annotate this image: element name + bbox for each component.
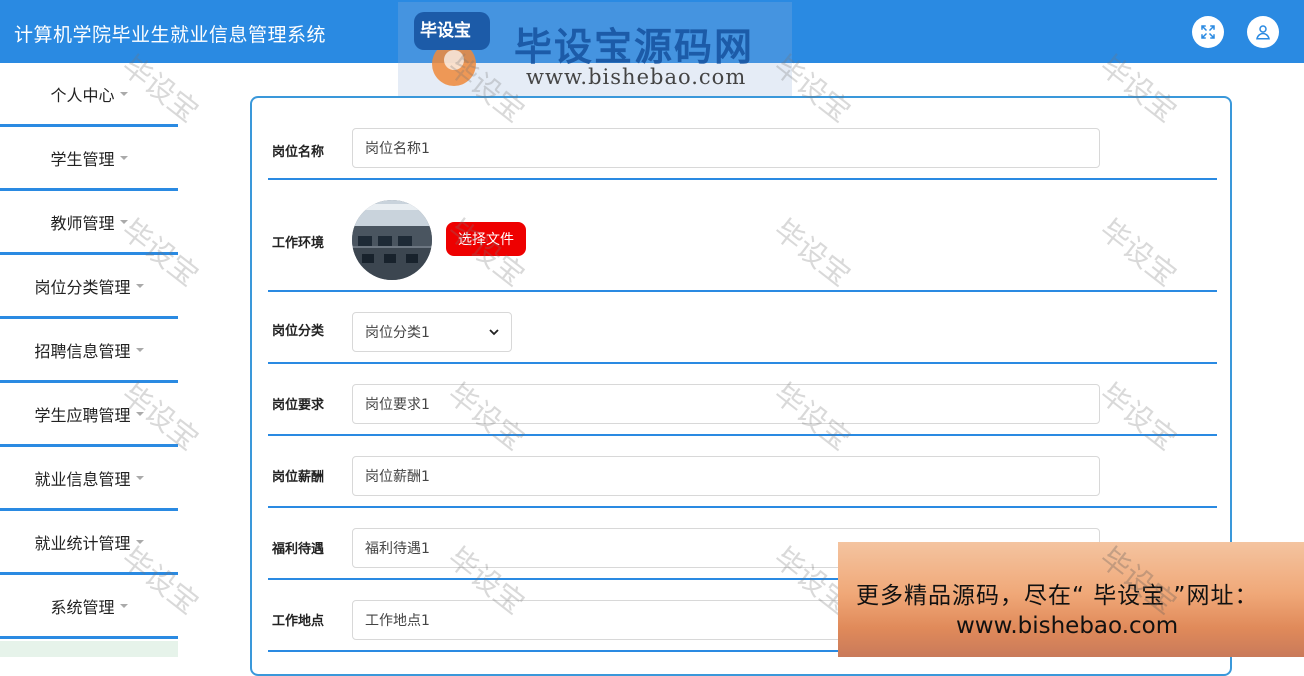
sidebar-item-label: 岗位分类管理	[34, 277, 131, 297]
job-name-label: 岗位名称	[272, 145, 325, 160]
form-row-salary: 岗位薪酬	[268, 436, 1217, 508]
app-title: 计算机学院毕业生就业信息管理系统	[14, 24, 327, 46]
form-row-category: 岗位分类 岗位分类1	[268, 292, 1217, 364]
environment-label: 工作环境	[272, 236, 325, 251]
promo-url: www.bishebao.com	[956, 613, 1179, 639]
sidebar-item-label: 个人中心	[50, 85, 115, 105]
job-name-input[interactable]	[352, 128, 1100, 168]
requirement-label: 岗位要求	[272, 398, 325, 413]
logo-name: 毕设宝源码网	[514, 25, 755, 69]
salary-input[interactable]	[352, 456, 1100, 496]
sidebar-item-teachers[interactable]: 教师管理	[0, 191, 178, 255]
promo-banner[interactable]: 更多精品源码，尽在“ 毕设宝 ”网址： www.bishebao.com	[838, 542, 1304, 657]
caret-down-icon	[135, 347, 144, 352]
requirement-input[interactable]	[352, 384, 1100, 424]
chevron-down-icon	[489, 328, 499, 335]
form-row-requirement: 岗位要求	[268, 364, 1217, 436]
choose-file-button[interactable]: 选择文件	[446, 222, 526, 256]
sidebar-item-label: 学生管理	[50, 149, 115, 169]
sidebar: 个人中心 学生管理 教师管理 岗位分类管理 招聘信息管理 学生应聘管理 就业信息…	[0, 63, 180, 657]
caret-down-icon	[119, 155, 128, 160]
sidebar-item-label: 就业信息管理	[34, 469, 131, 489]
sidebar-item-students[interactable]: 学生管理	[0, 127, 178, 191]
expand-icon	[1201, 25, 1215, 39]
category-label: 岗位分类	[272, 324, 325, 339]
salary-label: 岗位薪酬	[272, 470, 325, 485]
sidebar-item-label: 招聘信息管理	[34, 341, 131, 361]
sidebar-item-applications[interactable]: 学生应聘管理	[0, 383, 178, 447]
logo-badge-text: 毕设宝	[420, 21, 471, 41]
form-row-job-name: 岗位名称	[268, 98, 1217, 180]
category-select-value: 岗位分类1	[365, 325, 430, 341]
caret-down-icon	[135, 283, 144, 288]
benefits-label: 福利待遇	[272, 542, 325, 557]
caret-down-icon	[135, 539, 144, 544]
caret-down-icon	[119, 91, 128, 96]
sidebar-item-employment-stats[interactable]: 就业统计管理	[0, 511, 178, 575]
sidebar-item-label: 系统管理	[50, 597, 115, 617]
promo-text: 更多精品源码，尽在“ 毕设宝 ”网址：	[856, 583, 1259, 609]
sidebar-item-label: 就业统计管理	[34, 533, 131, 553]
sidebar-tail	[0, 641, 178, 657]
sidebar-item-employment-info[interactable]: 就业信息管理	[0, 447, 178, 511]
caret-down-icon	[135, 475, 144, 480]
user-button[interactable]	[1247, 16, 1279, 48]
sidebar-item-label: 教师管理	[50, 213, 115, 233]
sidebar-item-system[interactable]: 系统管理	[0, 575, 178, 639]
logo-banner: 毕设宝 毕设宝源码网 www.bishebao.com	[398, 2, 792, 97]
caret-down-icon	[119, 603, 128, 608]
caret-down-icon	[119, 219, 128, 224]
caret-down-icon	[135, 411, 144, 416]
sidebar-item-recruitment[interactable]: 招聘信息管理	[0, 319, 178, 383]
sidebar-item-label: 学生应聘管理	[34, 405, 131, 425]
sidebar-item-job-categories[interactable]: 岗位分类管理	[0, 255, 178, 319]
form-row-environment: 工作环境 选择文件	[268, 180, 1217, 292]
category-select[interactable]: 岗位分类1	[352, 312, 512, 352]
sidebar-item-personal-center[interactable]: 个人中心	[0, 63, 178, 127]
location-label: 工作地点	[272, 614, 325, 629]
fullscreen-button[interactable]	[1192, 16, 1224, 48]
logo-url: www.bishebao.com	[526, 65, 747, 89]
user-icon	[1256, 25, 1270, 40]
environment-thumbnail	[352, 200, 432, 280]
office-image	[352, 200, 432, 280]
